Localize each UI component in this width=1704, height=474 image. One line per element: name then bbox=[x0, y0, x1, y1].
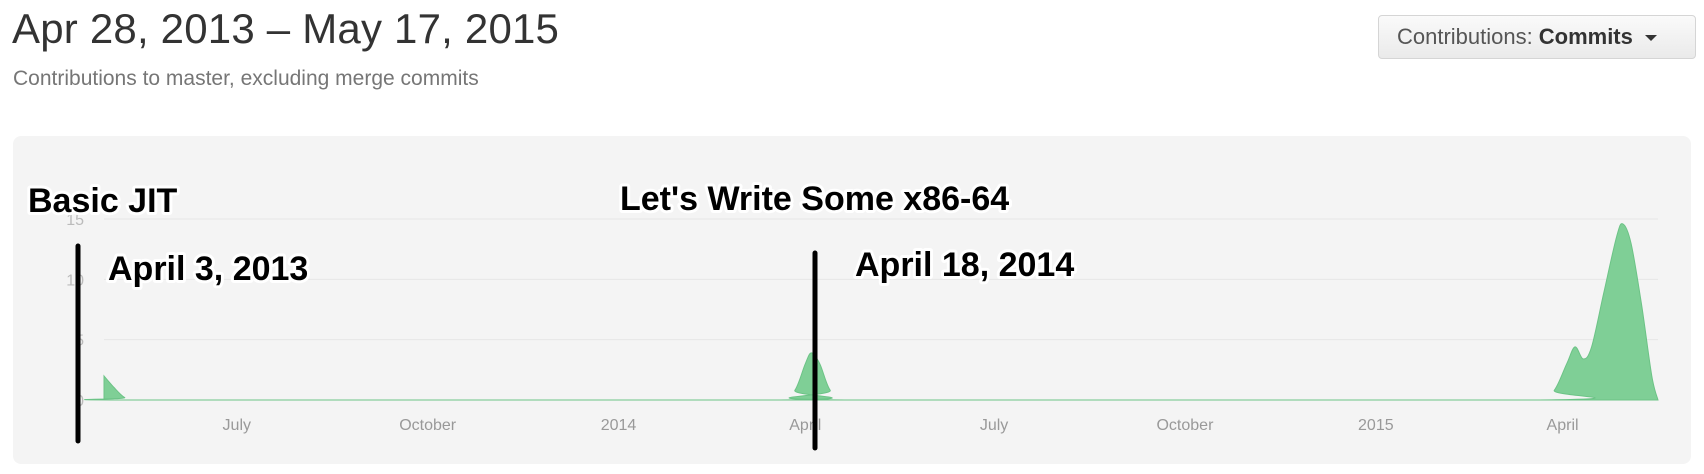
x-tick-label: 2014 bbox=[601, 417, 637, 434]
x-tick-label: 2015 bbox=[1358, 417, 1394, 434]
y-tick-label: 10 bbox=[66, 272, 84, 289]
annotation-title: Let's Write Some x86-64 bbox=[620, 180, 1009, 218]
x-tick-label: October bbox=[1156, 417, 1214, 434]
contributions-area-chart: 051015 July October 2014 April July October 20… bbox=[25, 177, 1659, 451]
x-tick-label: April bbox=[1547, 417, 1579, 434]
y-axis-ticks: 051015 bbox=[66, 212, 84, 410]
annotation-date: April 3, 2013 bbox=[108, 250, 308, 288]
annotation-title: Basic JIT bbox=[28, 182, 178, 220]
x-tick-label: July bbox=[980, 417, 1008, 434]
x-tick-label: July bbox=[223, 417, 251, 434]
x-axis-ticks: July October 2014 April July October 2015 April bbox=[223, 417, 1579, 434]
annotation-date: April 18, 2014 bbox=[855, 246, 1074, 284]
annotation-overlay: Basic JIT April 3, 2013 Let's Write Some x… bbox=[25, 177, 1077, 451]
x-tick-label: October bbox=[399, 417, 457, 434]
